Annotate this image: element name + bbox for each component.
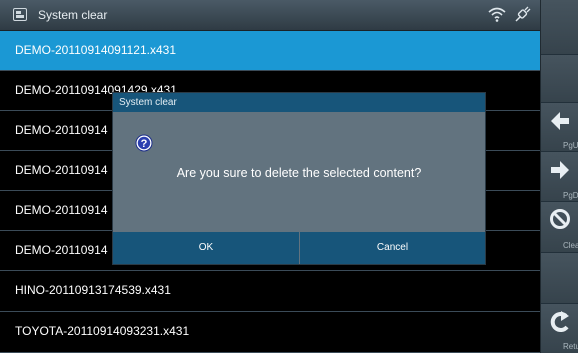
plug-icon: [515, 6, 531, 22]
page-up-label: PgU: [563, 141, 578, 150]
ok-button[interactable]: OK: [113, 232, 299, 264]
list-item[interactable]: HINO-20110913174539.x431: [0, 271, 540, 312]
page-down-button[interactable]: PgD: [541, 152, 578, 202]
svg-text:?: ?: [141, 138, 148, 150]
question-icon: ?: [135, 134, 153, 152]
confirm-dialog: System clear ? Are you sure to delete th…: [112, 92, 486, 265]
list-item[interactable]: TOYOTA-20110914093231.x431: [0, 312, 540, 353]
dialog-title: System clear: [113, 93, 485, 112]
sidebar-blank-button-2[interactable]: [541, 55, 578, 103]
page-down-label: PgD: [563, 191, 578, 200]
return-button[interactable]: Retur: [541, 304, 578, 353]
sidebar-blank-button-3[interactable]: [541, 253, 578, 304]
wifi-icon: [488, 7, 506, 22]
clear-button[interactable]: Clea: [541, 202, 578, 253]
app-icon: [13, 8, 27, 21]
return-arrow-icon: [550, 311, 569, 333]
return-label: Retur: [563, 342, 578, 351]
list-item[interactable]: DEMO-20110914091121.x431: [0, 31, 540, 71]
dialog-message: Are you sure to delete the selected cont…: [176, 166, 422, 180]
arrow-left-icon: [551, 112, 569, 130]
cancel-button[interactable]: Cancel: [300, 232, 485, 264]
window-title: System clear: [38, 8, 108, 22]
prohibit-icon: [550, 209, 570, 229]
clear-label: Clea: [563, 241, 578, 250]
sidebar-blank-button-1[interactable]: [541, 0, 578, 55]
page-up-button[interactable]: PgU: [541, 103, 578, 152]
side-toolbar: PgU PgD Clea Retur: [540, 0, 578, 353]
arrow-right-icon: [551, 161, 569, 179]
title-bar: System clear: [0, 0, 540, 31]
